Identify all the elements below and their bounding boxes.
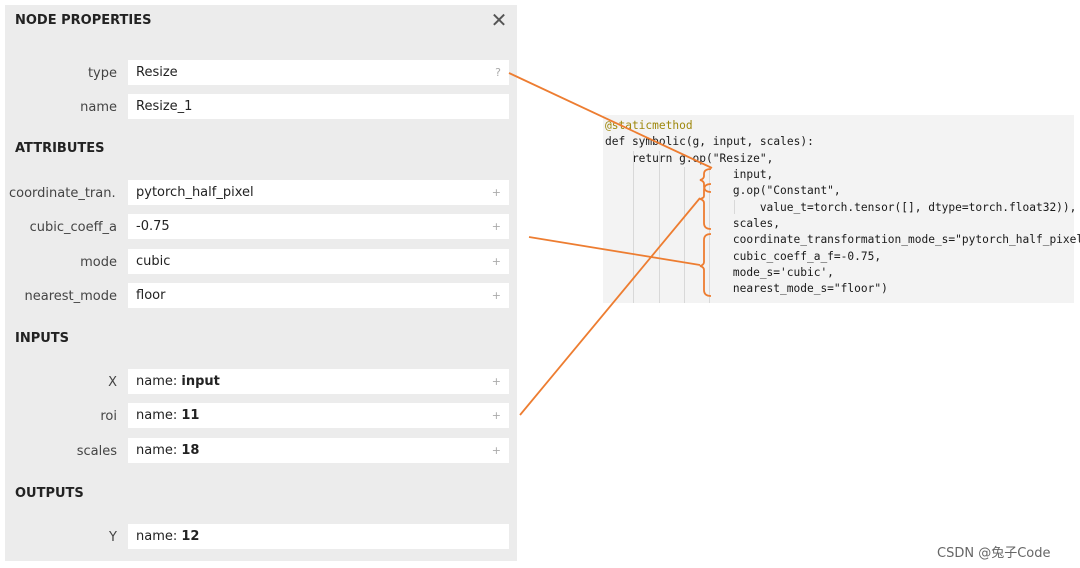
attribute-field[interactable]: cubic + — [128, 249, 509, 274]
attribute-field[interactable]: -0.75 + — [128, 214, 509, 239]
code-line: coordinate_transformation_mode_s="pytorc… — [679, 233, 1080, 246]
expand-icon[interactable]: + — [492, 403, 501, 428]
code-line: cubic_coeff_a_f=-0.75, — [679, 250, 882, 263]
code-line: @staticmethod — [605, 119, 693, 132]
type-label: type — [87, 66, 117, 81]
attribute-label: coordinate_tran... — [9, 186, 117, 201]
name-label: name — [80, 100, 117, 115]
code-line: scales, — [679, 217, 781, 230]
input-field[interactable]: name: input + — [128, 369, 509, 394]
type-field[interactable]: Resize ? — [128, 60, 509, 85]
attribute-label: cubic_coeff_a — [29, 220, 117, 235]
name-value: Resize_1 — [136, 99, 193, 114]
code-snippet: @staticmethod def symbolic(g, input, sca… — [603, 115, 1080, 303]
panel-title: NODE PROPERTIES — [15, 13, 152, 28]
input-value: 11 — [181, 408, 200, 423]
attribute-label: nearest_mode — [24, 289, 118, 304]
input-label: scales — [76, 444, 117, 459]
node-properties-panel: NODE PROPERTIES ✕ type Resize ? name Res… — [5, 5, 517, 561]
expand-icon[interactable]: + — [492, 283, 501, 308]
expand-icon[interactable]: + — [492, 369, 501, 394]
expand-icon[interactable]: + — [492, 249, 501, 274]
attribute-value: floor — [136, 288, 166, 303]
code-lines: @staticmethod def symbolic(g, input, sca… — [603, 115, 1080, 327]
output-prefix: name: — [136, 529, 182, 544]
attributes-title: ATTRIBUTES — [15, 141, 105, 156]
input-prefix: name: — [136, 374, 182, 389]
code-line: g.op("Constant", — [679, 184, 841, 197]
input-prefix: name: — [136, 443, 182, 458]
attribute-label: mode — [80, 255, 117, 270]
inputs-title: INPUTS — [15, 331, 70, 346]
name-field[interactable]: Resize_1 — [128, 94, 509, 119]
input-prefix: name: — [136, 408, 182, 423]
output-label: Y — [109, 530, 117, 545]
code-line: mode_s='cubic', — [679, 266, 834, 279]
attribute-value: cubic — [136, 254, 171, 269]
code-line: input, — [679, 168, 774, 181]
indent-guide — [659, 151, 660, 303]
expand-icon[interactable]: + — [492, 438, 501, 463]
input-value: input — [181, 374, 220, 389]
type-value: Resize — [136, 65, 178, 80]
indent-guide — [633, 151, 634, 303]
input-value: 18 — [181, 443, 200, 458]
watermark: CSDN @兔子Code — [937, 546, 1051, 561]
code-line: nearest_mode_s="floor") — [679, 282, 888, 295]
code-line: def symbolic(g, input, scales): — [605, 135, 814, 148]
output-field[interactable]: name: 12 — [128, 524, 509, 549]
input-label: X — [108, 375, 117, 390]
expand-icon[interactable]: + — [492, 180, 501, 205]
attribute-field[interactable]: pytorch_half_pixel + — [128, 180, 509, 205]
close-icon[interactable]: ✕ — [488, 9, 510, 31]
input-field[interactable]: name: 11 + — [128, 403, 509, 428]
code-line: return g.op("Resize", — [605, 152, 774, 165]
attribute-value: pytorch_half_pixel — [136, 185, 254, 200]
input-field[interactable]: name: 18 + — [128, 438, 509, 463]
outputs-title: OUTPUTS — [15, 486, 84, 501]
help-icon[interactable]: ? — [495, 60, 501, 85]
expand-icon[interactable]: + — [492, 214, 501, 239]
attribute-field[interactable]: floor + — [128, 283, 509, 308]
input-label: roi — [100, 409, 117, 424]
attribute-value: -0.75 — [136, 219, 170, 234]
output-value: 12 — [181, 529, 200, 544]
code-line: value_t=torch.tensor([], dtype=torch.flo… — [679, 201, 1077, 214]
